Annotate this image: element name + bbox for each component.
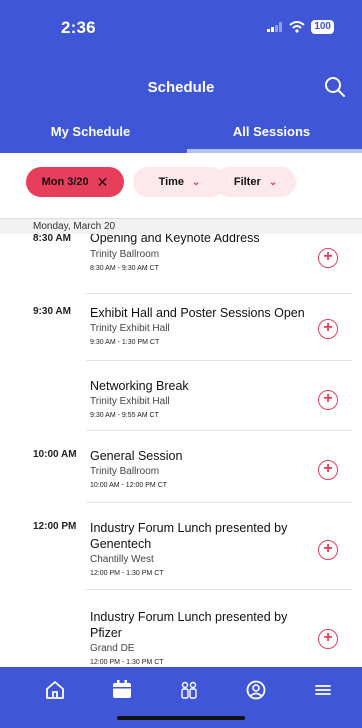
session-room: Trinity Exhibit Hall bbox=[90, 323, 170, 334]
session-title: Exhibit Hall and Poster Sessions Open bbox=[90, 306, 305, 320]
profile-icon[interactable] bbox=[243, 677, 269, 703]
signal-icon bbox=[267, 22, 283, 32]
session-hours: 10:00 AM - 12:00 PM CT bbox=[90, 482, 168, 489]
session-hours: 9:30 AM - 1:30 PM CT bbox=[90, 339, 160, 346]
app-header: 2:36 100 Schedule My Schedule All Sessio… bbox=[0, 0, 362, 153]
session-title: Industry Forum Lunch presented by Pfizer bbox=[90, 610, 288, 640]
session-time: 8:30 AM bbox=[33, 234, 71, 244]
plus-circle-icon[interactable]: + bbox=[318, 540, 338, 560]
session-room: Trinity Ballroom bbox=[90, 249, 160, 260]
plus-circle-icon[interactable]: + bbox=[318, 390, 338, 410]
date-filter-label: Mon 3/20 bbox=[41, 176, 89, 188]
session-hours: 8:30 AM - 9:30 AM CT bbox=[90, 265, 159, 272]
search-icon[interactable] bbox=[324, 76, 346, 98]
home-indicator bbox=[117, 716, 245, 720]
session-title: Industry Forum Lunch presented by Genent… bbox=[90, 521, 288, 551]
chevron-down-icon: ⌄ bbox=[192, 176, 201, 188]
chevron-down-icon: ⌄ bbox=[268, 176, 278, 188]
session-room: Chantilly West bbox=[90, 554, 154, 565]
session-room: Trinity Exhibit Hall bbox=[90, 396, 170, 407]
session-room: Trinity Ballroom bbox=[90, 466, 160, 477]
wifi-icon bbox=[289, 21, 305, 33]
status-bar: 2:36 100 bbox=[0, 0, 362, 54]
session-title: General Session bbox=[90, 449, 183, 463]
divider bbox=[86, 502, 352, 503]
close-icon[interactable]: ✕ bbox=[97, 174, 109, 191]
session-title: Networking Break bbox=[90, 379, 189, 393]
plus-circle-icon[interactable]: + bbox=[318, 460, 338, 480]
divider bbox=[86, 360, 352, 361]
plus-circle-icon[interactable]: + bbox=[318, 319, 338, 339]
people-icon[interactable] bbox=[176, 677, 202, 703]
time-filter-label: Time bbox=[158, 176, 185, 188]
filter-bar: Mon 3/20 ✕ Time ⌄ Filter ⌄ bbox=[0, 153, 362, 218]
session-time: 9:30 AM bbox=[33, 306, 71, 317]
menu-icon[interactable] bbox=[310, 677, 336, 703]
status-time: 2:36 bbox=[61, 18, 96, 37]
time-filter-dropdown[interactable]: Time ⌄ bbox=[133, 167, 226, 197]
battery-icon: 100 bbox=[311, 20, 334, 34]
tab-bar: My Schedule All Sessions bbox=[0, 118, 362, 153]
divider bbox=[86, 589, 352, 590]
session-hours: 12:00 PM - 1:30 PM CT bbox=[90, 659, 164, 666]
session-room: Grand DE bbox=[90, 643, 135, 654]
session-time: 10:00 AM bbox=[33, 449, 77, 460]
tab-all-sessions[interactable]: All Sessions bbox=[181, 118, 362, 153]
session-list[interactable]: 8:30 AM Opening and Keynote Address Trin… bbox=[0, 234, 362, 667]
session-time: 12:00 PM bbox=[33, 521, 77, 532]
plus-circle-icon[interactable]: + bbox=[318, 248, 338, 268]
filter-label: Filter bbox=[233, 176, 261, 188]
divider bbox=[86, 430, 352, 431]
session-hours: 9:30 AM - 9:55 AM CT bbox=[90, 412, 159, 419]
date-filter-chip[interactable]: Mon 3/20 ✕ bbox=[26, 167, 124, 197]
session-hours: 12:00 PM - 1:30 PM CT bbox=[90, 570, 164, 577]
calendar-icon[interactable] bbox=[109, 677, 135, 703]
day-header: Monday, March 20 bbox=[0, 218, 362, 234]
divider bbox=[86, 293, 352, 294]
status-icons: 100 bbox=[267, 20, 334, 34]
session-title: Opening and Keynote Address bbox=[90, 234, 260, 245]
tab-my-schedule[interactable]: My Schedule bbox=[0, 118, 181, 153]
page-title: Schedule bbox=[147, 79, 215, 96]
filter-dropdown[interactable]: Filter ⌄ bbox=[215, 167, 296, 197]
plus-circle-icon[interactable]: + bbox=[318, 629, 338, 649]
home-icon[interactable] bbox=[42, 677, 68, 703]
